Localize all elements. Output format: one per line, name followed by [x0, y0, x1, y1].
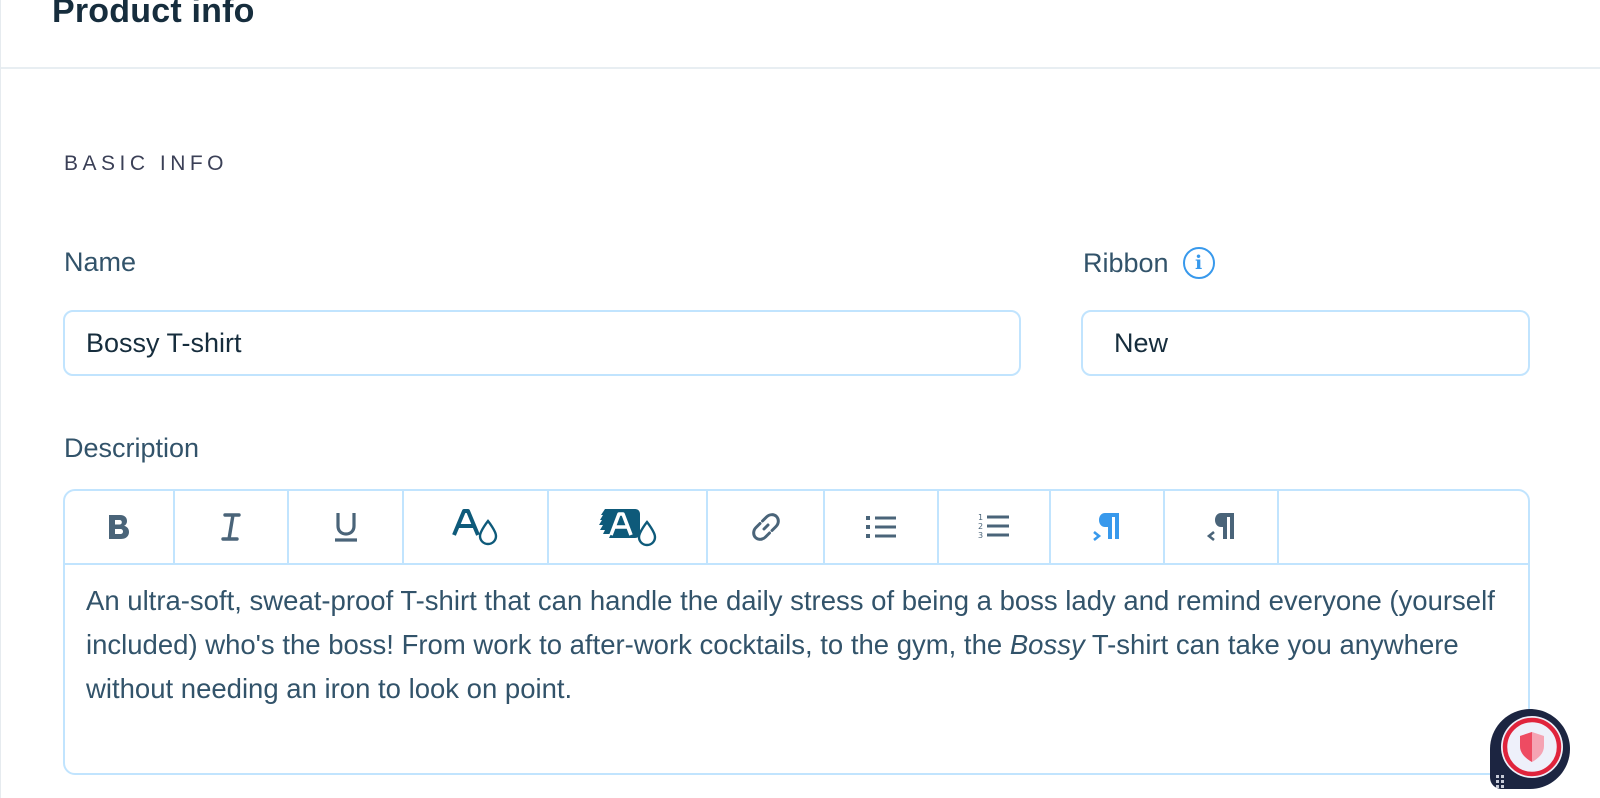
- svg-text:1: 1: [978, 513, 983, 522]
- bold-button[interactable]: [65, 491, 175, 563]
- ltr-paragraph-icon: [1093, 513, 1119, 542]
- section-title-basic-info: BASIC INFO: [64, 152, 229, 175]
- text-color-icon: [451, 509, 497, 546]
- name-input[interactable]: [63, 310, 1021, 376]
- underline-icon: [334, 513, 357, 542]
- description-label: Description: [64, 433, 200, 463]
- product-info-page: Product info BASIC INFO Name Ribbon i De…: [0, 0, 1600, 798]
- rtl-direction-button[interactable]: [1165, 491, 1279, 563]
- page-header: Product info: [1, 0, 1600, 69]
- ribbon-label: Ribbon: [1083, 247, 1169, 278]
- numbered-list-icon: 1 2 3: [978, 513, 1009, 540]
- ribbon-label-group: Ribbon i: [1083, 247, 1215, 279]
- ltr-direction-button[interactable]: [1051, 491, 1165, 563]
- text-color-button[interactable]: [404, 491, 549, 563]
- description-text[interactable]: An ultra-soft, sweat-proof T-shirt that …: [86, 579, 1508, 711]
- page-title: Product info: [52, 0, 255, 30]
- name-label: Name: [64, 247, 137, 277]
- description-editor: 1 2 3 An ultra-soft, sweat-proof T-shirt…: [63, 489, 1530, 775]
- italic-button[interactable]: [175, 491, 289, 563]
- bold-icon: [109, 515, 129, 539]
- underline-button[interactable]: [289, 491, 404, 563]
- highlight-color-button[interactable]: [549, 491, 708, 563]
- shield-icon: [1490, 709, 1570, 789]
- editor-toolbar: 1 2 3: [65, 491, 1528, 565]
- link-icon: [751, 513, 780, 541]
- security-widget-button[interactable]: [1488, 707, 1572, 791]
- description-italic-text: Bossy: [1009, 629, 1085, 660]
- numbered-list-button[interactable]: 1 2 3: [939, 491, 1051, 563]
- bulleted-list-icon: [866, 516, 896, 538]
- link-button[interactable]: [708, 491, 825, 563]
- info-icon[interactable]: i: [1182, 247, 1215, 279]
- rtl-paragraph-icon: [1206, 513, 1234, 542]
- bulleted-list-button[interactable]: [825, 491, 939, 563]
- ribbon-input[interactable]: [1081, 310, 1530, 376]
- svg-text:2: 2: [978, 522, 983, 531]
- italic-icon: [221, 513, 241, 541]
- svg-text:3: 3: [978, 531, 983, 540]
- highlight-color-icon: [598, 509, 656, 547]
